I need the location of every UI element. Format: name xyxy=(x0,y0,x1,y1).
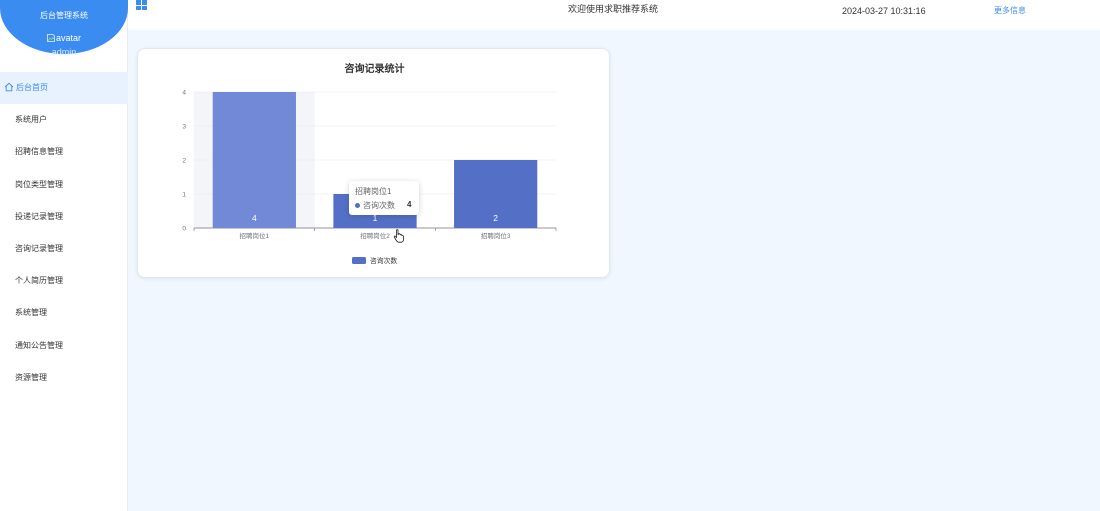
sidebar: 后台管理系统 avatar admin 后台首页系统用户招聘信息管理 岗位类型管理… xyxy=(0,0,128,511)
sidebar-item-label: 系统用户 xyxy=(15,115,47,125)
avatar-alt-text: avatar xyxy=(55,33,81,43)
sidebar-item[interactable]: 招聘信息管理 xyxy=(0,136,128,168)
sidebar-item[interactable]: 咨询记录管理 xyxy=(0,233,128,265)
sidebar-item[interactable]: 个人简历管理 xyxy=(0,265,128,297)
sidebar-item[interactable]: 资源管理 xyxy=(0,362,128,394)
sidebar-item-label: 通知公告管理 xyxy=(15,340,63,350)
tooltip-series-dot xyxy=(355,203,360,208)
bar-chart: 012344招聘岗位11招聘岗位22招聘岗位3咨询次数 xyxy=(182,90,557,265)
sidebar-item-label: 咨询记录管理 xyxy=(15,243,63,253)
tooltip-value: 4 xyxy=(407,200,412,209)
bar-data-label: 2 xyxy=(493,213,498,223)
sidebar-item[interactable]: 系统管理 xyxy=(0,297,128,329)
datetime: 2024-03-27 10:31:16 xyxy=(842,6,926,16)
brand-title: 后台管理系统 xyxy=(40,11,88,20)
top-bar: 欢迎使用求职推荐系统 2024-03-27 10:31:16 更多信息 xyxy=(128,0,1100,30)
x-tick-label: 招聘岗位1 xyxy=(240,231,270,240)
sidebar-brand: 后台管理系统 avatar admin xyxy=(0,0,128,57)
sidebar-menu: 后台首页系统用户招聘信息管理 岗位类型管理 投递记录管理 咨询记录管理 个人简历管理 系统… xyxy=(0,72,128,394)
grid-icon[interactable] xyxy=(136,0,148,11)
sidebar-item[interactable]: 投递记录管理 xyxy=(0,201,128,233)
tooltip-title: 招聘岗位1 xyxy=(355,187,392,196)
sidebar-item[interactable]: 岗位类型管理 xyxy=(0,169,128,201)
sidebar-item-label: 投递记录管理 xyxy=(15,211,63,221)
bar xyxy=(212,92,296,228)
sidebar-item[interactable]: 通知公告管理 xyxy=(0,330,128,362)
y-tick-label: 1 xyxy=(182,192,186,199)
broken-image-icon xyxy=(47,34,55,42)
welcome-text: 欢迎使用求职推荐系统 xyxy=(568,4,659,14)
x-tick-label: 招聘岗位3 xyxy=(481,231,511,240)
y-tick-label: 3 xyxy=(182,124,186,131)
sidebar-item-label: 岗位类型管理 xyxy=(15,179,63,189)
sidebar-item[interactable]: 系统用户 xyxy=(0,104,128,136)
username: admin xyxy=(51,47,77,57)
sidebar-item-label: 个人简历管理 xyxy=(15,276,63,286)
legend-label: 咨询次数 xyxy=(370,256,397,265)
sidebar-item[interactable]: 后台首页 xyxy=(0,72,128,105)
x-tick-label: 招聘岗位2 xyxy=(360,231,390,240)
hand-pointer-icon xyxy=(393,229,405,243)
legend-swatch xyxy=(352,257,366,264)
y-tick-label: 2 xyxy=(182,158,186,165)
y-tick-label: 4 xyxy=(182,90,186,97)
home-icon xyxy=(4,82,14,92)
sidebar-item-label: 招聘信息管理 xyxy=(15,147,63,157)
sidebar-item-label: 后台首页 xyxy=(16,83,48,92)
bar-data-label: 4 xyxy=(252,213,257,223)
chart-card: 咨询记录统计 0 1 2 3 4 4 招聘岗位1 1 招聘岗位2 2 招聘岗位3 咨询次数 招聘岗位1… xyxy=(137,48,610,278)
tooltip-series-name: 咨询次数 xyxy=(363,201,395,210)
more-info-link[interactable]: 更多信息 xyxy=(994,5,1026,16)
y-tick-label: 0 xyxy=(182,226,186,233)
sidebar-item-label: 系统管理 xyxy=(15,308,47,318)
avatar[interactable]: avatar xyxy=(0,33,128,43)
chart-tooltip: 招聘岗位1 咨询次数 4 xyxy=(349,181,419,215)
sidebar-item-label: 资源管理 xyxy=(15,372,47,382)
